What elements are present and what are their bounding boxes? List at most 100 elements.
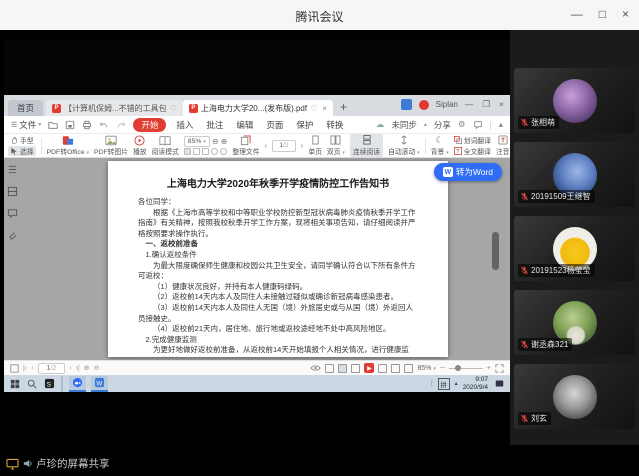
pdf-to-office-button[interactable]: PDF转Office ▾ — [47, 135, 89, 156]
zoom-in-icon[interactable]: ⊕ — [221, 137, 228, 146]
feedback-bubble-icon[interactable] — [473, 120, 483, 130]
fullscreen-icon[interactable] — [495, 364, 504, 373]
save-icon[interactable] — [65, 120, 75, 130]
running-app-meeting-icon[interactable] — [69, 376, 86, 392]
select-tool-button[interactable]: 选择 — [8, 146, 36, 156]
remove-page-icon[interactable]: ⊖ — [94, 364, 100, 372]
double-page-button[interactable]: 双页 ▾ — [327, 135, 345, 156]
fit-page-icon[interactable] — [391, 364, 400, 373]
word-translate-button[interactable]: 划词翻译 — [454, 135, 491, 145]
phonetic-button[interactable]: 注音 — [496, 135, 510, 156]
start-button[interactable] — [9, 378, 21, 390]
page-number-input[interactable]: 1/2 — [272, 140, 295, 152]
zoom-level-select[interactable]: 85%▾ — [184, 136, 210, 147]
collapse-ribbon-icon[interactable]: ▴ — [499, 119, 503, 130]
toc-icon[interactable] — [7, 164, 18, 175]
play-fullscreen-icon[interactable]: ▶ — [364, 363, 374, 373]
pdf-file-icon: P — [52, 104, 61, 113]
document-tab-1[interactable]: P 【计算机保姆...不错的工具包 ♡ — [46, 100, 183, 116]
maximize-button[interactable]: □ — [599, 7, 606, 22]
book-view-icon[interactable] — [351, 364, 360, 373]
document-tab-2-active[interactable]: P 上海电力大学20...(发布版).pdf ♡ × — [183, 100, 333, 116]
first-page-icon[interactable]: |‹ — [23, 365, 27, 372]
gear-icon[interactable]: ⚙ — [458, 119, 466, 130]
doc-paragraph: 各位同学： — [138, 197, 418, 208]
menu-tab-comment[interactable]: 批注 — [203, 118, 226, 132]
auto-scroll-button[interactable]: 自动滚动 ▾ — [388, 135, 420, 156]
tray-expand-icon[interactable]: ▴ — [455, 380, 458, 387]
user-avatar[interactable] — [401, 99, 412, 110]
wps-restore-button[interactable]: ❐ — [482, 99, 490, 110]
zoom-out-button[interactable]: ─ — [440, 365, 445, 372]
username[interactable]: Siplan — [436, 100, 458, 109]
new-tab-button[interactable]: + — [340, 100, 347, 114]
last-page-icon[interactable]: ›| — [76, 365, 80, 372]
prev-page-icon[interactable]: ‹ — [265, 141, 268, 150]
zoom-in-button[interactable]: + — [487, 365, 491, 372]
sync-status[interactable]: 未同步 — [391, 119, 417, 131]
hand-tool-button[interactable]: 手型 — [10, 135, 34, 145]
organize-files-button[interactable]: 整理文件 — [232, 135, 259, 156]
menu-tab-convert[interactable]: 转换 — [323, 118, 346, 132]
play-button[interactable]: 播放 — [133, 135, 147, 156]
double-page-view-icon[interactable] — [338, 364, 347, 373]
full-translate-button[interactable]: 全文翻译 — [454, 146, 491, 156]
wps-close-button[interactable]: × — [499, 99, 504, 110]
participant-tile[interactable]: 20191509王继智 — [514, 142, 635, 207]
redo-icon[interactable] — [116, 120, 126, 130]
menu-tab-page[interactable]: 页面 — [263, 118, 286, 132]
background-button[interactable]: ☾ 背景 ▾ — [431, 135, 449, 156]
menu-tab-edit[interactable]: 编辑 — [233, 118, 256, 132]
taskbar-search-icon[interactable] — [26, 378, 38, 390]
share-button[interactable]: 分享 — [434, 119, 451, 131]
menu-tab-start[interactable]: 开始 — [133, 118, 166, 132]
print-icon[interactable] — [82, 120, 92, 130]
participant-tile[interactable]: 谢丞森321 — [514, 290, 635, 355]
file-menu[interactable]: ☰ 文件 ▾ — [11, 119, 41, 131]
participant-tile[interactable]: 20191523杨莹莹 — [514, 216, 635, 281]
zoom-out-icon[interactable]: ⊖ — [212, 137, 219, 146]
taskbar-clock[interactable]: 9:072020/9/4 — [463, 376, 488, 391]
comments-icon[interactable] — [7, 208, 18, 219]
pin-icon[interactable]: ♡ — [170, 104, 177, 113]
wps-minimize-button[interactable]: — — [465, 99, 474, 110]
window-fit-icon[interactable] — [10, 364, 19, 373]
statusbar-zoom-value[interactable]: 85% ▾ — [417, 365, 435, 372]
notification-icon[interactable] — [493, 378, 505, 390]
convert-to-word-button[interactable]: W 转为Word — [434, 163, 502, 181]
single-page-button[interactable]: 单页 — [308, 135, 322, 156]
tab-close-icon[interactable]: × — [322, 104, 327, 113]
statusbar-page-input[interactable]: 1/2 — [38, 363, 66, 374]
single-page-view-icon[interactable] — [325, 364, 334, 373]
page-display-options[interactable] — [184, 148, 227, 155]
next-page-icon[interactable]: › — [69, 365, 71, 372]
zoom-slider[interactable] — [449, 368, 483, 369]
eye-protect-icon[interactable] — [310, 364, 321, 372]
fit-width-icon[interactable] — [378, 364, 387, 373]
participant-tile[interactable]: 张相萌 — [514, 68, 635, 133]
pin-icon[interactable]: ♡ — [310, 104, 317, 113]
open-folder-icon[interactable] — [48, 120, 58, 130]
undo-icon[interactable] — [99, 120, 109, 130]
participant-name: 20191509王继智 — [531, 191, 591, 202]
continuous-read-button[interactable]: 连续阅读 — [350, 134, 383, 157]
pinned-app-icon[interactable]: S — [43, 378, 55, 390]
read-mode-button[interactable]: 阅读模式 — [152, 135, 179, 156]
vertical-scrollbar[interactable] — [492, 232, 499, 270]
attachment-icon[interactable] — [7, 230, 18, 241]
pdf-to-image-button[interactable]: PDF转图片 — [94, 135, 128, 156]
prev-page-icon[interactable]: ‹ — [31, 365, 33, 372]
close-button[interactable]: × — [622, 7, 629, 22]
next-page-icon[interactable]: › — [301, 141, 304, 150]
wps-home-tab[interactable]: 首页 — [8, 100, 43, 116]
minimize-button[interactable]: — — [571, 7, 583, 22]
actual-size-icon[interactable] — [404, 364, 413, 373]
add-page-icon[interactable]: ⊕ — [84, 364, 90, 372]
ime-indicator[interactable]: 拼 — [438, 378, 450, 390]
running-app-wps-icon[interactable]: W — [91, 376, 108, 392]
menu-tab-protect[interactable]: 保护 — [293, 118, 316, 132]
document-canvas: 上海电力大学2020年秋季开学疫情防控工作告知书 各位同学： 根据《上海市高等学… — [4, 158, 510, 360]
participant-tile[interactable]: 刘玄 — [514, 364, 635, 429]
thumbnails-icon[interactable] — [7, 186, 18, 197]
menu-tab-insert[interactable]: 插入 — [173, 118, 196, 132]
